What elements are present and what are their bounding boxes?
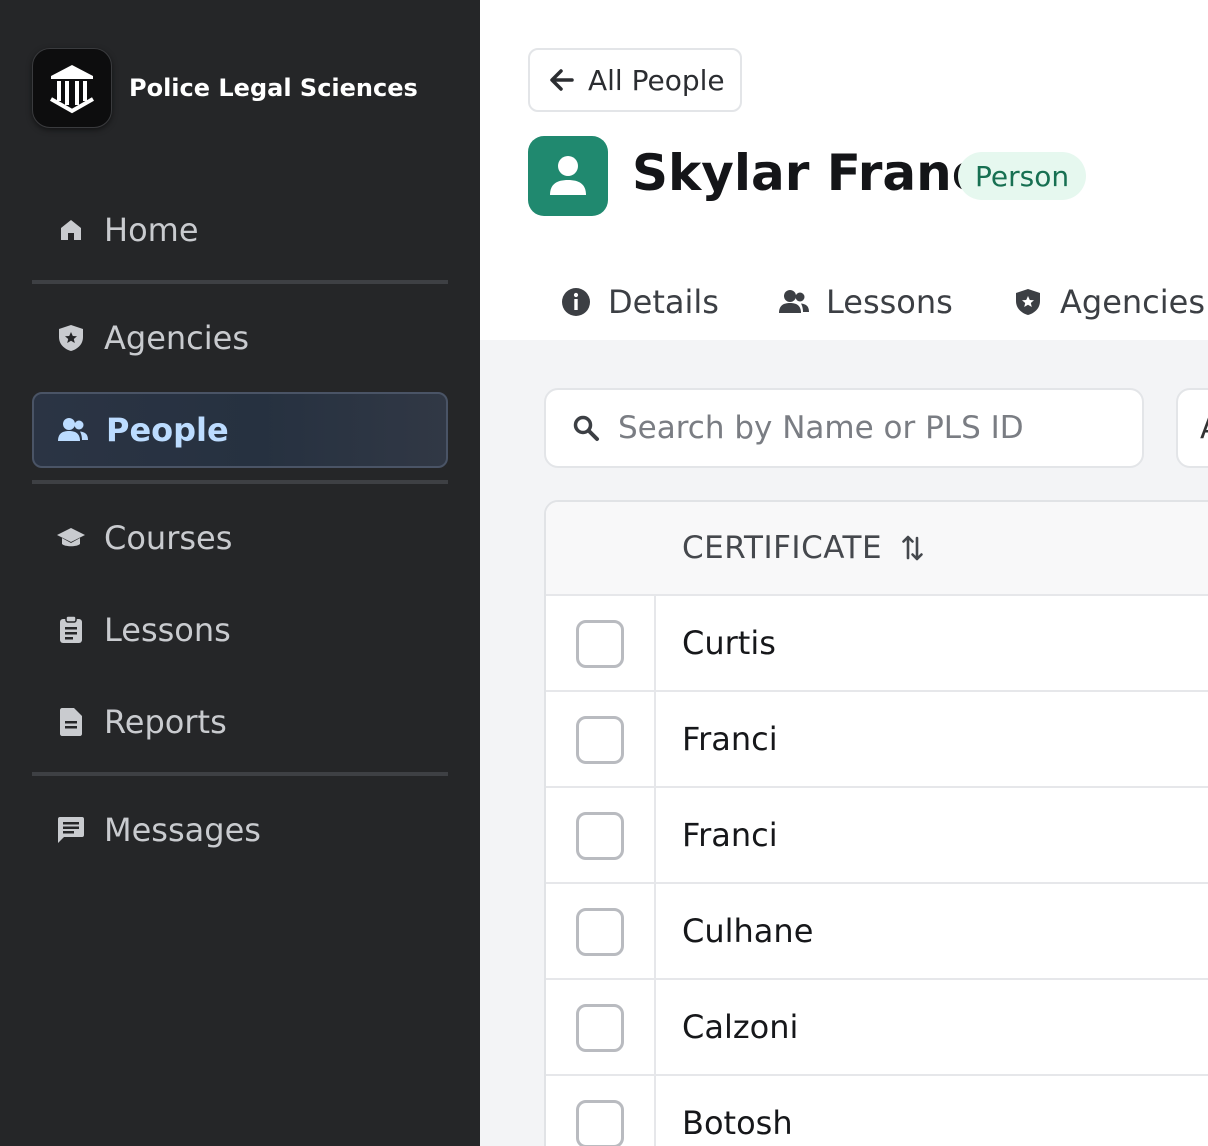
sidebar-divider — [32, 772, 448, 776]
sidebar-item-home[interactable]: Home — [32, 192, 448, 268]
table-row[interactable]: Culhane — [546, 884, 1208, 980]
tab-agencies[interactable]: Agencies — [1012, 276, 1205, 328]
sidebar-item-messages[interactable]: Messages — [32, 792, 448, 868]
sidebar-item-label: Courses — [104, 519, 233, 557]
clipboard-icon — [56, 615, 86, 645]
column-label: CERTIFICATE — [682, 530, 883, 566]
back-to-all-people-button[interactable]: All People — [528, 48, 742, 112]
sidebar-item-lessons[interactable]: Lessons — [32, 592, 448, 668]
search-input[interactable] — [618, 410, 1118, 446]
brand[interactable]: Police Legal Sciences — [32, 48, 418, 128]
certificate-cell: Botosh — [682, 1104, 793, 1142]
people-icon — [778, 286, 810, 318]
checkbox-cell — [546, 692, 656, 788]
sidebar-item-label: Messages — [104, 811, 261, 849]
table-row[interactable]: Botosh — [546, 1076, 1208, 1146]
sidebar-item-reports[interactable]: Reports — [32, 684, 448, 760]
person-icon — [550, 156, 586, 195]
checkbox-cell — [546, 1076, 656, 1146]
table-row[interactable]: Franci — [546, 788, 1208, 884]
row-checkbox[interactable] — [576, 716, 624, 764]
checkbox-cell — [546, 596, 656, 692]
sidebar-divider — [32, 480, 448, 484]
sidebar-item-agencies[interactable]: Agencies — [32, 300, 448, 376]
certificate-cell: Franci — [682, 720, 778, 758]
row-checkbox[interactable] — [576, 908, 624, 956]
page-title: Skylar Franci — [632, 144, 999, 202]
table-row[interactable]: Curtis — [546, 596, 1208, 692]
row-checkbox[interactable] — [576, 620, 624, 668]
sidebar-item-label: Lessons — [104, 611, 231, 649]
search-box[interactable] — [544, 388, 1144, 468]
person-avatar — [528, 136, 608, 216]
sidebar: Police Legal Sciences Home Agencies Peop… — [0, 0, 480, 1146]
certificate-cell: Calzoni — [682, 1008, 799, 1046]
tab-label: Agencies — [1060, 283, 1206, 321]
filter-label: A — [1200, 411, 1208, 446]
table-row[interactable]: Franci — [546, 692, 1208, 788]
sidebar-item-label: Agencies — [104, 319, 250, 357]
filter-dropdown[interactable]: A — [1176, 388, 1208, 468]
tab-lessons[interactable]: Lessons — [778, 276, 953, 328]
sidebar-item-label: Reports — [104, 703, 227, 741]
tab-label: Lessons — [826, 283, 953, 321]
row-checkbox[interactable] — [576, 812, 624, 860]
sidebar-item-courses[interactable]: Courses — [32, 500, 448, 576]
column-header-certificate[interactable]: CERTIFICATE — [682, 530, 924, 566]
shield-star-icon — [1012, 286, 1044, 318]
search-icon — [572, 414, 600, 442]
pls-logo-icon — [32, 48, 112, 128]
tab-label: Details — [608, 283, 719, 321]
info-icon — [560, 286, 592, 318]
person-type-badge: Person — [958, 152, 1087, 200]
back-button-label: All People — [588, 63, 725, 97]
checkbox-cell — [546, 788, 656, 884]
people-icon — [58, 415, 88, 445]
sidebar-item-label: Home — [104, 211, 199, 249]
row-checkbox[interactable] — [576, 1004, 624, 1052]
sort-icon — [902, 534, 924, 562]
message-icon — [56, 815, 86, 845]
arrow-left-icon — [550, 69, 574, 91]
brand-name: Police Legal Sciences — [129, 74, 418, 102]
home-icon — [56, 215, 86, 245]
shield-star-icon — [56, 323, 86, 353]
certificate-cell: Curtis — [682, 624, 776, 662]
graduation-cap-icon — [56, 523, 86, 553]
tab-details[interactable]: Details — [560, 276, 719, 328]
sidebar-item-people[interactable]: People — [32, 392, 448, 468]
certificate-cell: Franci — [682, 816, 778, 854]
table-header: CERTIFICATE — [546, 502, 1208, 596]
sidebar-item-label: People — [106, 411, 229, 449]
checkbox-cell — [546, 884, 656, 980]
certificate-cell: Culhane — [682, 912, 814, 950]
table-row[interactable]: Calzoni — [546, 980, 1208, 1076]
document-icon — [56, 707, 86, 737]
checkbox-cell — [546, 980, 656, 1076]
sidebar-divider — [32, 280, 448, 284]
row-checkbox[interactable] — [576, 1100, 624, 1146]
certificates-table: CERTIFICATE Curtis Franci Franci Culhane… — [544, 500, 1208, 1146]
